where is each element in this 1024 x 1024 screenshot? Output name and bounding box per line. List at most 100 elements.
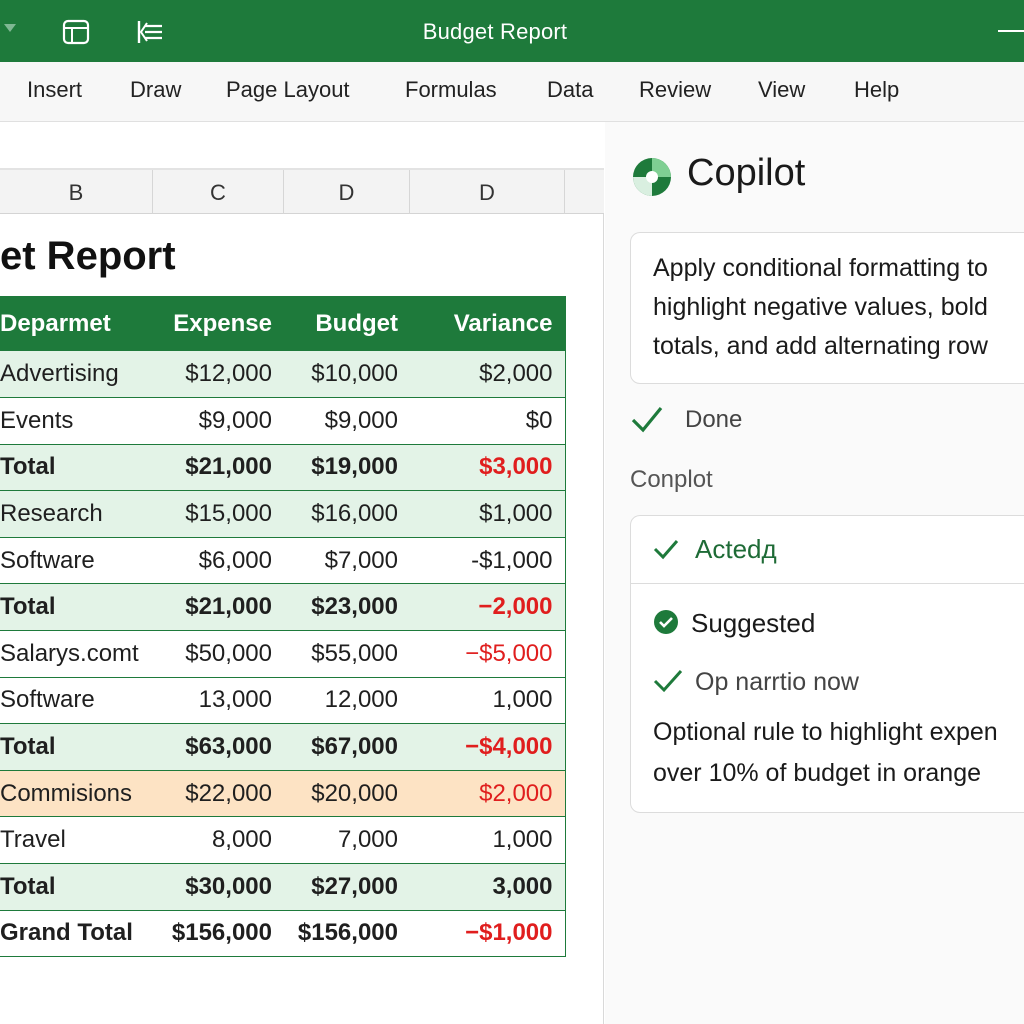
- cell-budget[interactable]: $23,000: [284, 583, 410, 632]
- cell-budget[interactable]: $55,000: [284, 630, 410, 678]
- column-headers: B C D D: [0, 170, 604, 214]
- result-card: Actedд Suggested Op narrtio now Optional…: [630, 515, 1024, 813]
- cell-budget[interactable]: $20,000: [284, 770, 410, 818]
- cell-variance[interactable]: $1,000: [410, 490, 565, 538]
- cell-variance[interactable]: 1,000: [410, 677, 565, 725]
- total-row: Total $21,000 $19,000 $3,000: [0, 444, 565, 492]
- cell-budget[interactable]: 7,000: [284, 816, 410, 865]
- total-row: Total $30,000 $27,000 3,000: [0, 863, 565, 911]
- tab-insert[interactable]: Insert: [27, 62, 82, 122]
- cell-expense[interactable]: $21,000: [153, 583, 284, 632]
- cell-expense[interactable]: $50,000: [153, 630, 284, 678]
- cell-expense[interactable]: $156,000: [153, 910, 284, 958]
- cell-department[interactable]: Total: [0, 723, 153, 771]
- cell-variance[interactable]: -$1,000: [410, 537, 565, 585]
- column-header-c[interactable]: C: [153, 170, 284, 214]
- copilot-logo-icon: [633, 158, 671, 196]
- column-header-b[interactable]: B: [0, 170, 153, 214]
- table-row: Advertising $12,000 $10,000 $2,000: [0, 351, 565, 399]
- header-budget[interactable]: Budget: [284, 296, 410, 351]
- ribbon-tabs: Insert Draw Page Layout Formulas Data Re…: [0, 62, 1024, 122]
- acted-label: Actedд: [695, 534, 777, 564]
- cell-budget[interactable]: $19,000: [284, 444, 410, 492]
- tab-view[interactable]: View: [758, 62, 805, 122]
- table-row: Software $6,000 $7,000 -$1,000: [0, 537, 565, 585]
- cell-department[interactable]: Total: [0, 444, 153, 492]
- cell-variance[interactable]: −$1,000: [410, 910, 565, 958]
- worksheet: et Report Deparmet Expense Budget Varian…: [0, 214, 604, 1024]
- formula-bar[interactable]: [0, 122, 604, 170]
- section-label: Conplot: [630, 466, 713, 493]
- suggestion-text: Optional rule to highlight expen over 10…: [653, 712, 1024, 794]
- cell-budget[interactable]: $27,000: [284, 863, 410, 911]
- header-variance[interactable]: Variance: [410, 296, 565, 351]
- cell-variance[interactable]: −$4,000: [410, 723, 565, 771]
- prompt-card: Apply conditional formatting to highligh…: [630, 232, 1024, 384]
- copilot-pane: Copilot Apply conditional formatting to …: [605, 122, 1024, 1024]
- tab-formulas[interactable]: Formulas: [405, 62, 497, 122]
- cell-department[interactable]: Travel: [0, 816, 153, 865]
- cell-department[interactable]: Software: [0, 677, 153, 725]
- cell-department[interactable]: Grand Total: [0, 910, 153, 958]
- cell-department[interactable]: Software: [0, 537, 153, 585]
- tab-draw[interactable]: Draw: [130, 62, 181, 122]
- cell-expense[interactable]: 8,000: [153, 816, 284, 865]
- cell-department[interactable]: Salarys.comt: [0, 630, 153, 678]
- cell-variance[interactable]: −2,000: [410, 583, 565, 632]
- cell-expense[interactable]: $21,000: [153, 444, 284, 492]
- cell-expense[interactable]: $15,000: [153, 490, 284, 538]
- cell-variance[interactable]: 1,000: [410, 816, 565, 865]
- cell-department[interactable]: Events: [0, 397, 153, 445]
- total-row: Total $21,000 $23,000 −2,000: [0, 583, 565, 632]
- tab-page-layout[interactable]: Page Layout: [226, 62, 350, 122]
- table-row: Salarys.comt $50,000 $55,000 −$5,000: [0, 630, 565, 678]
- table-row: Software 13,000 12,000 1,000: [0, 677, 565, 725]
- header-expense[interactable]: Expense: [153, 296, 284, 351]
- table-body: Advertising $12,000 $10,000 $2,000 Events $9,…: [0, 351, 565, 958]
- cell-department[interactable]: Research: [0, 490, 153, 538]
- cell-variance[interactable]: $0: [410, 397, 565, 445]
- window-title: Budget Report: [422, 19, 568, 44]
- cell-expense[interactable]: $12,000: [153, 351, 284, 399]
- suggestion-line: Optional rule to highlight expen: [653, 718, 998, 746]
- minimize-button[interactable]: [998, 30, 1024, 32]
- acted-row[interactable]: Actedд: [631, 516, 1024, 584]
- cell-budget[interactable]: $9,000: [284, 397, 410, 445]
- tab-help[interactable]: Help: [854, 62, 899, 122]
- cell-department[interactable]: Advertising: [0, 351, 153, 399]
- cell-department[interactable]: Total: [0, 863, 153, 911]
- header-department[interactable]: Deparmet: [0, 296, 153, 351]
- tab-data[interactable]: Data: [547, 62, 593, 122]
- cell-department[interactable]: Total: [0, 583, 153, 632]
- cell-variance[interactable]: $3,000: [410, 444, 565, 492]
- sheet-title[interactable]: et Report: [0, 234, 176, 279]
- prompt-line: Apply conditional formatting to: [653, 254, 988, 282]
- title-bar: Budget Report: [0, 0, 1024, 62]
- cell-budget[interactable]: $10,000: [284, 351, 410, 399]
- suggested-label: Suggested: [691, 608, 816, 638]
- cell-expense[interactable]: $63,000: [153, 723, 284, 771]
- checkmark-icon: [631, 406, 663, 433]
- done-label: Done: [685, 406, 743, 433]
- cell-variance[interactable]: 3,000: [410, 863, 565, 911]
- cell-department[interactable]: Commisions: [0, 770, 153, 818]
- cell-variance[interactable]: $2,000: [410, 770, 565, 818]
- cell-expense[interactable]: $6,000: [153, 537, 284, 585]
- cell-expense[interactable]: $9,000: [153, 397, 284, 445]
- cell-budget[interactable]: $7,000: [284, 537, 410, 585]
- cell-expense[interactable]: $30,000: [153, 863, 284, 911]
- tab-review[interactable]: Review: [639, 62, 711, 122]
- cell-expense[interactable]: $22,000: [153, 770, 284, 818]
- column-header-next[interactable]: [565, 170, 604, 214]
- column-header-d2[interactable]: D: [410, 170, 565, 214]
- prompt-line: totals, and add alternating row: [653, 332, 988, 360]
- cell-expense[interactable]: 13,000: [153, 677, 284, 725]
- copilot-title: Copilot: [687, 152, 806, 194]
- cell-variance[interactable]: −$5,000: [410, 630, 565, 678]
- cell-budget[interactable]: $16,000: [284, 490, 410, 538]
- cell-budget[interactable]: 12,000: [284, 677, 410, 725]
- cell-budget[interactable]: $156,000: [284, 910, 410, 958]
- cell-variance[interactable]: $2,000: [410, 351, 565, 399]
- cell-budget[interactable]: $67,000: [284, 723, 410, 771]
- column-header-d[interactable]: D: [284, 170, 410, 214]
